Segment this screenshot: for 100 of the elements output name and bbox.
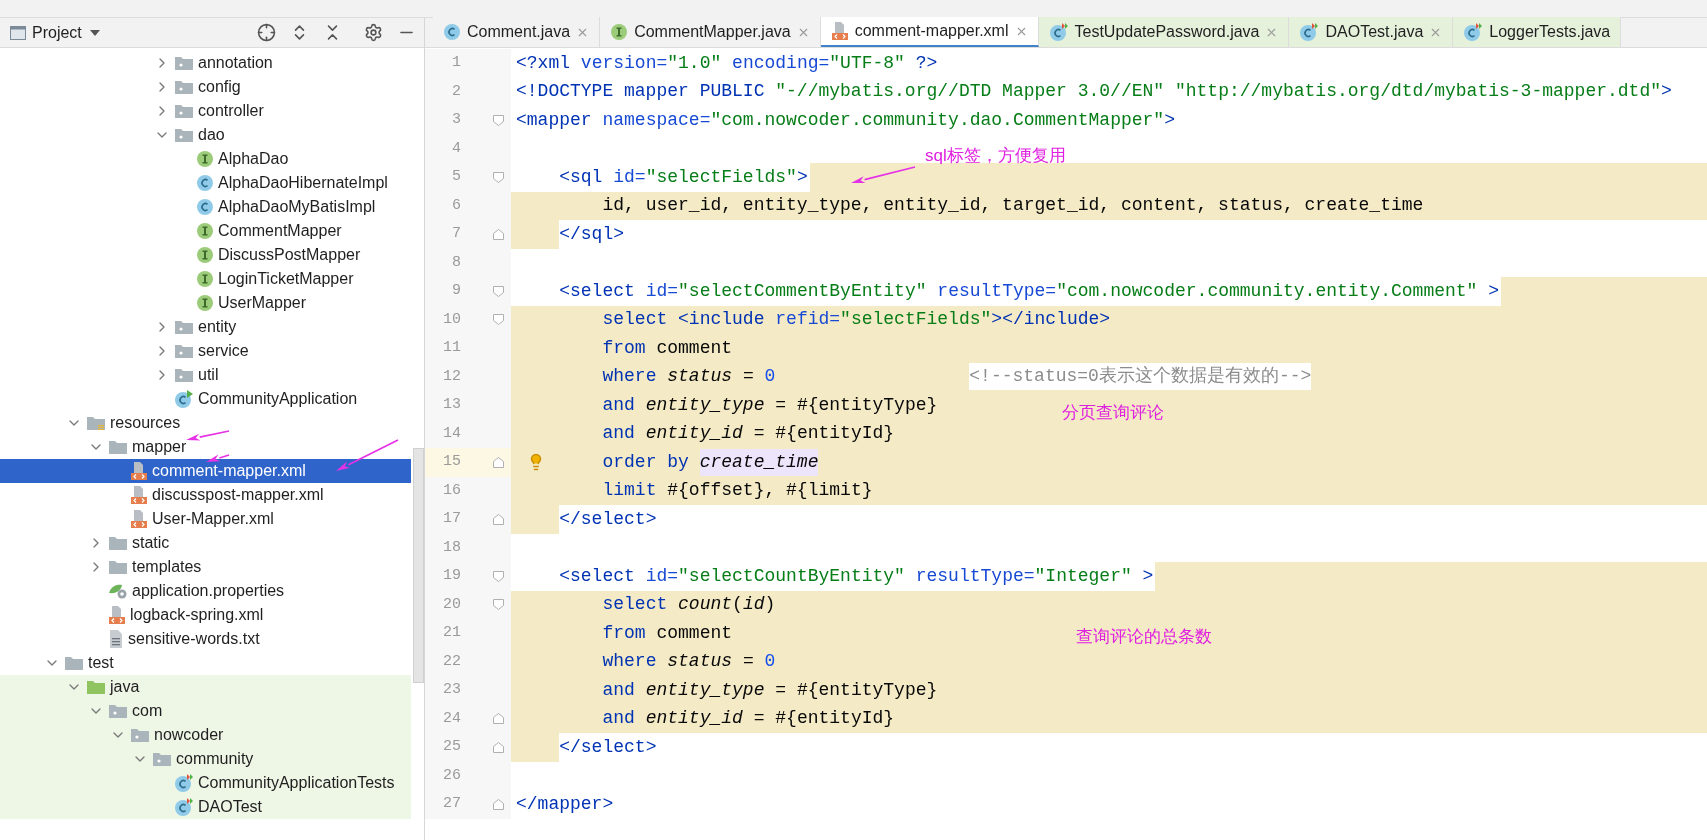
fold-marker-icon[interactable] [493,171,504,183]
code-token: = [742,650,755,674]
tree-item[interactable]: config [0,75,411,99]
fold-marker-icon[interactable] [493,114,504,126]
code-token: resultType= [915,564,1035,588]
fold-marker-icon[interactable] [493,713,504,725]
line-number: 10 [442,309,461,330]
tree-item[interactable]: test [0,651,411,675]
tree-item-label: logback-spring.xml [130,605,264,625]
tree-item[interactable]: sensitive-words.txt [0,627,411,651]
locate-icon[interactable] [257,23,276,42]
tree-item[interactable]: discusspost-mapper.xml [0,483,411,507]
fold-marker-icon[interactable] [493,513,504,525]
fold-marker-icon[interactable] [493,456,504,468]
editor-tab[interactable]: DAOTest.java [1289,17,1454,47]
code-token: id= [613,165,646,189]
tree-item-label: controller [198,101,264,121]
line-number: 14 [442,423,461,444]
class-icon [443,23,461,41]
tree-item[interactable]: java [0,675,411,699]
code-token: where [602,365,657,389]
tree-item[interactable]: LoginTicketMapper [0,267,411,291]
code-token: comment [656,336,733,360]
editor-tab[interactable]: comment-mapper.xml [820,17,1039,47]
tree-item-label: test [88,653,114,673]
tree-item[interactable]: comment-mapper.xml [0,459,411,483]
editor-tab[interactable]: Comment.java [433,17,601,47]
editor-tab[interactable]: TestUpdatePassword.java [1038,17,1290,47]
package-folder-icon [174,103,194,119]
tree-item[interactable]: dao [0,123,411,147]
fold-marker-icon[interactable] [493,741,504,753]
tree-item-label: DiscussPostMapper [218,245,361,265]
line-number: 11 [442,338,461,358]
tree-item[interactable]: DAOTest [0,795,411,819]
tree-item[interactable]: service [0,339,411,363]
caret-icon [89,29,100,36]
tree-item[interactable]: templates [0,555,411,579]
folder-icon [86,415,106,431]
fold-marker-icon[interactable] [493,285,504,297]
tree-item[interactable]: UserMapper [0,291,411,315]
tree-item[interactable]: controller [0,99,411,123]
code-token: refid= [775,308,841,332]
scrollbar[interactable] [413,448,424,683]
code-token: entity_type [645,678,765,702]
line-number: 7 [451,224,461,244]
tree-item-label: AlphaDaoMyBatisImpl [218,197,376,217]
tree-item[interactable]: AlphaDao [0,147,411,171]
tree-item[interactable]: CommunityApplicationTests [0,771,411,795]
tree-item[interactable]: AlphaDaoMyBatisImpl [0,195,411,219]
text-file-icon [108,629,124,649]
code-token: status [667,365,733,389]
line-number: 4 [451,138,461,159]
line-number: 9 [451,281,461,301]
folder-icon [108,559,128,575]
fold-marker-icon[interactable] [493,570,504,582]
settings-icon[interactable] [364,23,383,42]
tree-item[interactable]: community [0,747,411,771]
line-number: 8 [451,252,461,273]
fold-marker-icon[interactable] [493,314,504,326]
code-token: <!DOCTYPE mapper PUBLIC [516,80,766,104]
tree-item[interactable]: AlphaDaoHibernateImpl [0,171,411,195]
tab-label: DAOTest.java [1325,22,1424,42]
tree-item-label: annotation [198,53,273,73]
tree-item-label: templates [132,557,202,577]
tree-item[interactable]: util [0,363,411,387]
code-token: and [602,422,635,446]
tree-item[interactable]: mapper [0,435,411,459]
tree-item[interactable]: User-Mapper.xml [0,507,411,531]
tree-item[interactable]: CommentMapper [0,219,411,243]
line-number: 12 [442,366,461,387]
tree-item[interactable]: com [0,699,411,723]
code-token: encoding= [732,51,830,75]
tree-item[interactable]: annotation [0,51,411,75]
tree-item-label: discusspost-mapper.xml [152,485,324,505]
tree-item[interactable]: DiscussPostMapper [0,243,411,267]
tree-item[interactable]: application.properties [0,579,411,603]
code-token: version= [580,51,668,75]
tree-item[interactable]: CommunityApplication [0,387,411,411]
fold-marker-icon[interactable] [493,228,504,240]
editor-tab[interactable]: CommentMapper.java [600,17,821,47]
tree-item-label: config [198,77,241,97]
package-folder-icon [130,727,150,743]
interface-icon [196,222,214,240]
code-token: from [602,336,646,360]
line-number: 16 [442,480,461,501]
code-token: "com.nowcoder.community.entity.Comment" [1056,279,1478,303]
editor-tab[interactable]: LoggerTests.java [1453,17,1622,47]
project-view-dropdown[interactable]: Project [32,20,100,45]
fold-marker-icon[interactable] [493,599,504,611]
code-token: select [602,308,669,332]
tree-item[interactable]: logback-spring.xml [0,603,411,627]
tree-item[interactable]: static [0,531,411,555]
tree-item[interactable]: nowcoder [0,723,411,747]
line-number: 22 [442,651,461,672]
panel-icon [10,25,26,40]
test-class-icon [1463,22,1484,42]
tree-item[interactable]: resources [0,411,411,435]
tree-item[interactable]: entity [0,315,411,339]
test-class-icon [1299,22,1320,42]
fold-marker-icon[interactable] [493,798,504,810]
